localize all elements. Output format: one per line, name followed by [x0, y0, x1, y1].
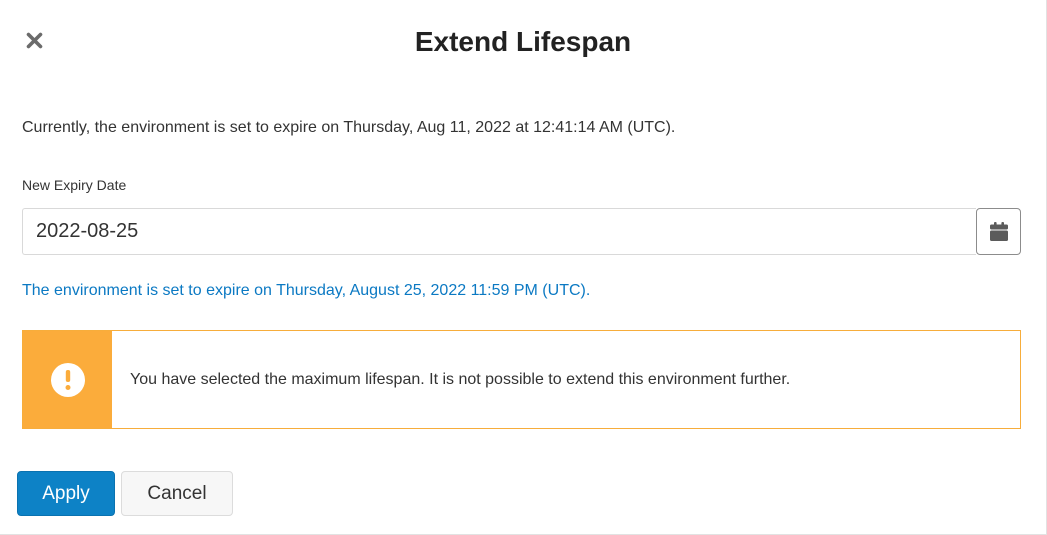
extend-lifespan-dialog: Extend Lifespan Currently, the environme… [0, 0, 1047, 535]
apply-button[interactable]: Apply [17, 471, 115, 516]
alert-message: You have selected the maximum lifespan. … [130, 370, 791, 388]
calendar-button[interactable] [976, 208, 1021, 255]
expiry-date-label: New Expiry Date [22, 177, 127, 193]
cancel-button[interactable]: Cancel [121, 471, 233, 516]
new-expiry-info-text: The environment is set to expire on Thur… [22, 282, 591, 299]
dialog-title: Extend Lifespan [414, 26, 632, 57]
expiry-date-input[interactable] [22, 208, 976, 255]
alert-icon-box [23, 331, 112, 428]
max-lifespan-alert: You have selected the maximum lifespan. … [22, 330, 1021, 429]
exclamation-circle-icon [50, 362, 85, 397]
calendar-icon [989, 222, 1008, 241]
current-expiry-text: Currently, the environment is set to exp… [22, 119, 676, 136]
